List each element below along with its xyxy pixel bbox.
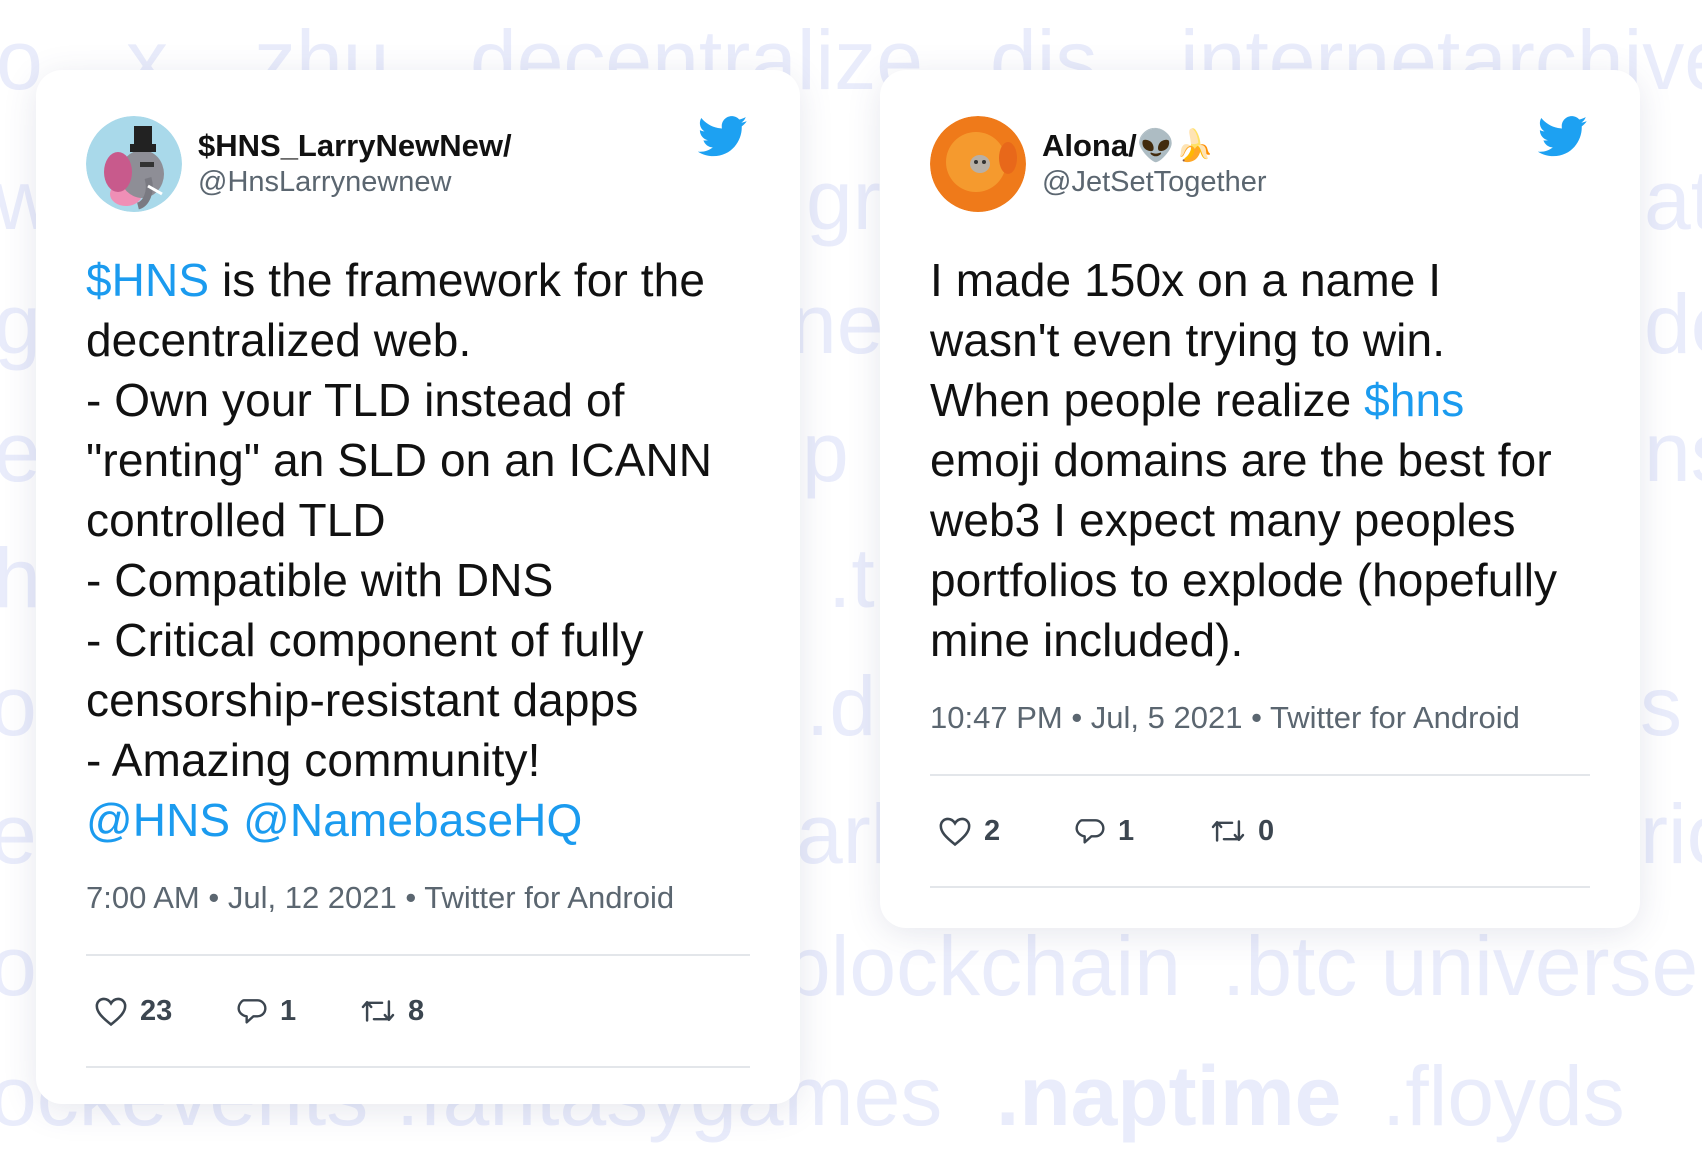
tweet-stats: 23 1 8 [86, 956, 750, 1066]
user-handle[interactable]: @JetSetTogether [1042, 164, 1267, 200]
tweet-text: $HNS is the framework for the decentrali… [86, 250, 750, 850]
tweet-card[interactable]: $HNS_LarryNewNew/ @HnsLarrynewnew $HNS i… [36, 70, 800, 1104]
bg-word: .btc universe [1222, 919, 1699, 1013]
bg-word: p [802, 405, 849, 499]
like-count: 23 [140, 994, 173, 1027]
tweet-text: I made 150x on a name I wasn't even tryi… [930, 250, 1590, 670]
retweet-button[interactable]: 0 [1210, 815, 1330, 848]
bg-word: ns [1644, 405, 1702, 499]
tweet-meta: 10:47 PM • Jul, 5 2021 • Twitter for And… [930, 700, 1520, 735]
elephant-avatar-icon [86, 116, 182, 212]
tweet-time: 10:47 PM [930, 700, 1063, 735]
avatar[interactable] [930, 116, 1026, 212]
tweet-stats: 2 1 0 [930, 776, 1590, 886]
tweet-card[interactable]: Alona/👽🍌 @JetSetTogether I made 150x on … [880, 70, 1640, 928]
tweet-source: Twitter for Android [424, 880, 675, 915]
bg-word: h [0, 531, 41, 625]
bg-word: s [1640, 659, 1682, 753]
mention-link[interactable]: @HNS [86, 794, 230, 846]
tweet-text-space [230, 794, 243, 846]
bg-word: blockchain [784, 919, 1181, 1013]
display-name[interactable]: Alona/👽🍌 [1042, 128, 1267, 164]
twitter-bird-icon[interactable] [698, 116, 748, 158]
like-button[interactable]: 23 [94, 995, 236, 1028]
heart-icon [95, 997, 127, 1027]
bg-word: .t [828, 531, 875, 625]
bg-word: ate [1644, 153, 1702, 247]
tweet-text-body: is the framework for the decentralized w… [86, 254, 713, 786]
cashtag-link[interactable]: $HNS [86, 254, 209, 306]
speech-bubble-icon [237, 999, 267, 1024]
tweet-text-body: emoji domains are the best for web3 I ex… [930, 434, 1558, 666]
reply-count: 1 [280, 994, 297, 1027]
display-name[interactable]: $HNS_LarryNewNew/ [198, 128, 512, 164]
bg-word: de [1644, 277, 1702, 371]
user-handle[interactable]: @HnsLarrynewnew [198, 164, 512, 200]
tweet-date: Jul, 5 2021 [1090, 700, 1243, 735]
tweet-header: Alona/👽🍌 @JetSetTogether [930, 116, 1590, 214]
retweet-icon [361, 1000, 395, 1022]
mention-link[interactable]: @NamebaseHQ [243, 794, 582, 846]
reply-button[interactable]: 1 [1074, 815, 1210, 848]
divider [930, 886, 1590, 888]
reply-count: 1 [1118, 814, 1135, 847]
tweet-time: 7:00 AM [86, 880, 200, 915]
retweet-count: 8 [408, 994, 425, 1027]
twitter-bird-icon[interactable] [1538, 116, 1588, 158]
orange-character-avatar-icon [930, 116, 1026, 212]
tweet-date: Jul, 12 2021 [227, 880, 397, 915]
retweet-button[interactable]: 8 [360, 995, 480, 1028]
tweet-header: $HNS_LarryNewNew/ @HnsLarrynewnew [86, 116, 750, 214]
reply-button[interactable]: 1 [236, 995, 360, 1028]
retweet-icon [1211, 820, 1245, 842]
bg-word: ric [1640, 787, 1702, 881]
cashtag-link[interactable]: $hns [1364, 374, 1464, 426]
heart-icon [939, 817, 971, 847]
tweet-meta: 7:00 AM • Jul, 12 2021 • Twitter for And… [86, 880, 675, 915]
tweet-source: Twitter for Android [1270, 700, 1520, 735]
like-count: 2 [984, 814, 1001, 847]
like-button[interactable]: 2 [938, 815, 1074, 848]
retweet-count: 0 [1258, 814, 1275, 847]
bg-word: .naptime [996, 1049, 1342, 1143]
divider [86, 1066, 750, 1068]
bg-word: .d [806, 659, 877, 753]
bg-word: .floyds [1382, 1049, 1625, 1143]
avatar[interactable] [86, 116, 182, 212]
speech-bubble-icon [1075, 819, 1105, 844]
